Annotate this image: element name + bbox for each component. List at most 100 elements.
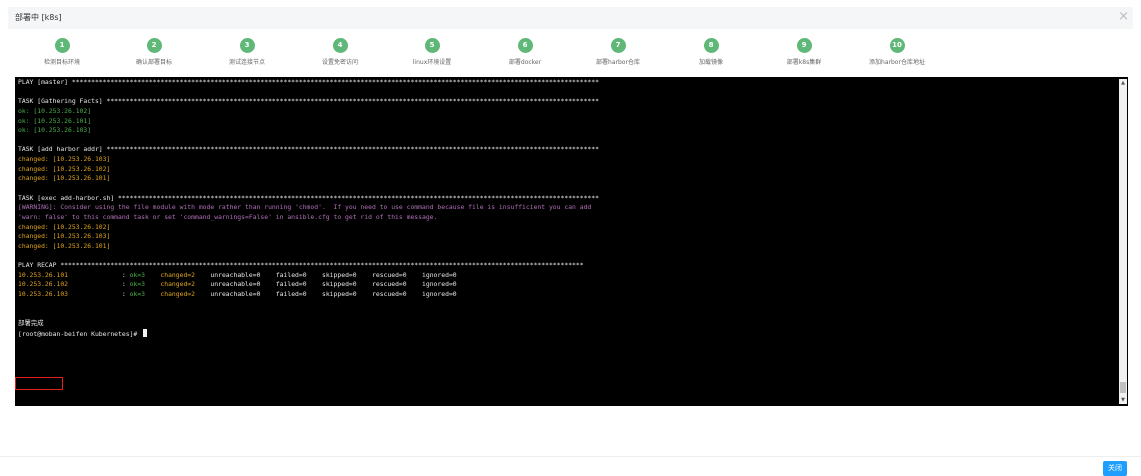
terminal-line: ok: [10.253.26.102] [18, 107, 1108, 117]
terminal-text: 10.253.26.102 [18, 280, 122, 289]
terminal-text: changed=2 [160, 280, 211, 289]
terminal-text: ok=3 [129, 280, 161, 289]
terminal-line: changed: [10.253.26.102] [18, 223, 1108, 233]
terminal-line: 部署完成 [18, 319, 1108, 329]
step-label: 加载镜像 [698, 59, 723, 66]
step-label: 检测目标环境 [43, 59, 80, 66]
step-7: 7 部署harbor仓库 [578, 38, 658, 66]
terminal-line: 10.253.26.101 : ok=3 changed=2 unreachab… [18, 271, 1108, 281]
terminal-text: : [121, 280, 130, 289]
step-label: 设置免密访问 [321, 59, 358, 66]
step-9: 9 部署k8s集群 [764, 38, 844, 66]
close-button[interactable]: 关闭 [1103, 461, 1127, 476]
close-icon[interactable]: × [1118, 9, 1129, 25]
terminal-line: changed: [10.253.26.101] [18, 174, 1108, 184]
step-number: 2 [146, 38, 162, 53]
terminal-line: changed: [10.253.26.103] [18, 232, 1108, 242]
step-number: 10 [889, 38, 905, 53]
terminal-text: PLAY [master] **************************… [18, 78, 599, 86]
step-6: 6 部署docker [485, 38, 565, 66]
step-label: 部署harbor仓库 [596, 59, 640, 66]
terminal-text: ok: [10.253.26.103] [18, 126, 92, 135]
terminal-line: TASK [Gathering Facts] *****************… [18, 97, 1108, 107]
deploy-complete-highlight [15, 377, 63, 390]
scroll-up-arrow-icon[interactable]: ▲ [1119, 79, 1127, 87]
terminal-text: changed=2 [160, 270, 211, 279]
terminal-line: TASK [add harbor addr] *****************… [18, 145, 1108, 155]
terminal-line: [WARNING]: Consider using the file modul… [18, 203, 1108, 213]
terminal-line: 10.253.26.103 : ok=3 changed=2 unreachab… [18, 290, 1108, 300]
step-number: 8 [703, 38, 719, 53]
terminal-line: PLAY RECAP *****************************… [18, 261, 1108, 271]
terminal-text: ok=3 [129, 270, 161, 279]
terminal-text: : [121, 270, 130, 279]
terminal-cursor [143, 328, 148, 337]
step-number: 6 [517, 38, 533, 53]
step-4: 4 设置免密访问 [300, 38, 380, 66]
terminal-scrollbar[interactable]: ▲ ▼ [1119, 79, 1127, 404]
terminal-text: changed: [10.253.26.103] [18, 155, 111, 164]
terminal-text: unreachable=0 failed=0 skipped=0 rescued… [210, 290, 457, 299]
terminal-line: changed: [10.253.26.103] [18, 155, 1108, 165]
terminal-text: ok: [10.253.26.101] [18, 116, 92, 125]
terminal-line: 'warn: false' to this command task or se… [18, 213, 1108, 223]
terminal-text: 10.253.26.103 [18, 290, 122, 299]
scroll-down-arrow-icon[interactable]: ▼ [1119, 396, 1127, 404]
terminal-text: 'warn: false' to this command task or se… [18, 212, 438, 221]
terminal-line: PLAY [master] **************************… [18, 78, 1108, 88]
progress-stepper: 1 检测目标环境 2 确认部署目标 3 测试连接节点 4 设置免密访问 5 li… [0, 34, 1141, 74]
step-10: 10 添加harbor仓库地址 [857, 38, 937, 66]
terminal-line: [root@moban-beifen Kubernetes]# [18, 328, 1108, 339]
footer-divider [0, 456, 1141, 457]
terminal-output[interactable]: PLAY [master] **************************… [15, 77, 1128, 406]
step-3: 3 测试连接节点 [207, 38, 287, 66]
terminal-line: 10.253.26.102 : ok=3 changed=2 unreachab… [18, 280, 1108, 290]
terminal-text: changed: [10.253.26.101] [18, 241, 111, 250]
step-2: 2 确认部署目标 [114, 38, 194, 66]
terminal-text: unreachable=0 failed=0 skipped=0 rescued… [210, 280, 457, 289]
step-label: 部署k8s集群 [786, 59, 822, 66]
terminal-text: TASK [Gathering Facts] *****************… [18, 97, 599, 106]
terminal-line: changed: [10.253.26.102] [18, 165, 1108, 175]
terminal-text: ok=3 [129, 290, 161, 299]
step-number: 1 [54, 38, 70, 53]
terminal-text: changed: [10.253.26.101] [18, 174, 111, 183]
scrollbar-thumb[interactable] [1120, 382, 1126, 393]
terminal-text: [root@moban-beifen Kubernetes]# [18, 329, 142, 338]
terminal-text: : [121, 290, 130, 299]
step-label: 部署docker [508, 59, 542, 66]
terminal-text: changed: [10.253.26.103] [18, 232, 111, 241]
terminal-text: changed: [10.253.26.102] [18, 222, 111, 231]
terminal-text: changed: [10.253.26.102] [18, 164, 111, 173]
terminal-line: TASK [exec add-harbor.sh] **************… [18, 194, 1108, 204]
step-8: 8 加载镜像 [671, 38, 751, 66]
terminal-text: [WARNING]: Consider using the file modul… [18, 203, 592, 212]
terminal-text: ok: [10.253.26.102] [18, 106, 92, 115]
terminal-text: 10.253.26.101 [18, 270, 122, 279]
terminal-text: PLAY RECAP *****************************… [18, 261, 584, 270]
terminal-text: changed=2 [160, 290, 211, 299]
terminal-line: ok: [10.253.26.103] [18, 126, 1108, 136]
dialog-title: 部署中 [k8s] [15, 13, 62, 22]
step-label: 测试连接节点 [228, 59, 265, 66]
step-number: 5 [424, 38, 440, 53]
dialog-title-bar: 部署中 [k8s] × [8, 7, 1133, 29]
step-1: 1 检测目标环境 [22, 38, 102, 66]
terminal-text: TASK [exec add-harbor.sh] **************… [18, 193, 599, 202]
step-label: 添加harbor仓库地址 [869, 59, 925, 66]
deploy-dialog: 部署中 [k8s] × 1 检测目标环境 2 确认部署目标 3 测试连接节点 4… [0, 0, 1141, 476]
step-5: 5 linux环境设置 [392, 38, 472, 66]
step-number: 9 [796, 38, 812, 53]
step-number: 4 [332, 38, 348, 53]
step-number: 3 [239, 38, 255, 53]
step-number: 7 [610, 38, 626, 53]
terminal-text: 部署完成 [18, 319, 44, 328]
step-label: linux环境设置 [412, 59, 452, 66]
terminal-text: unreachable=0 failed=0 skipped=0 rescued… [210, 270, 457, 279]
